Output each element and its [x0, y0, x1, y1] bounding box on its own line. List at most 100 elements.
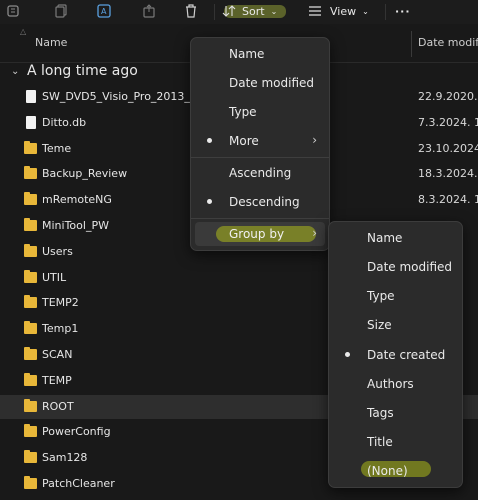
sort-menu-item-type[interactable]: Type — [191, 100, 329, 124]
chevron-right-icon: › — [312, 133, 317, 147]
group-menu-item-authors[interactable]: Authors — [329, 372, 462, 396]
group-header-label: A long time ago — [27, 63, 138, 79]
menu-item-label: Name — [367, 231, 403, 245]
chevron-down-icon: ⌄ — [11, 65, 20, 77]
group-menu-item-size[interactable]: Size — [329, 313, 462, 337]
delete-icon[interactable] — [184, 0, 198, 22]
folder-icon — [24, 218, 37, 231]
svg-text:A: A — [101, 7, 107, 16]
menu-item-label: Title — [367, 435, 393, 449]
sort-menu-item-group-by[interactable]: Group by › — [195, 222, 325, 246]
group-menu-item-tags[interactable]: Tags — [329, 401, 462, 425]
file-icon — [26, 116, 36, 129]
file-name: Sam128 — [42, 451, 88, 464]
menu-item-label: Size — [367, 318, 392, 332]
copy-icon[interactable] — [54, 0, 68, 22]
folder-icon — [24, 373, 37, 386]
folder-icon — [24, 399, 37, 412]
checked-dot-icon — [207, 199, 212, 204]
file-name: PowerConfig — [42, 425, 111, 438]
group-menu-item-date-created[interactable]: Date created — [329, 343, 462, 367]
folder-icon — [24, 321, 37, 334]
column-divider[interactable] — [411, 31, 412, 57]
menu-item-label: Descending — [229, 195, 300, 209]
menu-separator — [191, 157, 329, 158]
file-name: Backup_Review — [42, 167, 128, 180]
file-name: PatchCleaner — [42, 477, 115, 490]
menu-item-label: Authors — [367, 377, 414, 391]
sort-button[interactable]: Sort ⌄ — [222, 0, 292, 22]
folder-icon — [24, 166, 37, 179]
menu-item-label: Tags — [367, 406, 394, 420]
sort-menu-item-more[interactable]: More › — [191, 129, 329, 153]
file-icon — [26, 90, 36, 103]
column-header-name[interactable]: Name — [35, 36, 67, 49]
file-name: SCAN — [42, 348, 73, 361]
rename-icon[interactable]: A — [97, 0, 113, 22]
menu-item-label: Name — [229, 47, 265, 61]
folder-icon — [24, 450, 37, 463]
sort-menu-item-date-modified[interactable]: Date modified — [191, 71, 329, 95]
sort-indicator-icon: △ — [20, 27, 27, 36]
file-name: TEMP — [42, 374, 72, 387]
sort-menu-item-ascending[interactable]: Ascending — [191, 161, 329, 185]
menu-separator — [191, 218, 329, 219]
menu-item-label: Date modified — [367, 260, 453, 274]
folder-icon — [24, 192, 37, 205]
file-date-modified: 7.3.2024. 14:1 — [418, 116, 478, 129]
toolbar-separator — [385, 4, 386, 20]
file-name: MiniTool_PW — [42, 219, 109, 232]
checked-dot-icon — [345, 352, 350, 357]
menu-item-label: Date modified — [229, 76, 315, 90]
file-date-modified: 23.10.2024. 1 — [418, 142, 478, 155]
group-menu-item-date-modified[interactable]: Date modified — [329, 255, 462, 279]
column-header-date-modified[interactable]: Date modifie — [418, 36, 478, 49]
chevron-down-icon: ⌄ — [362, 6, 369, 16]
chevron-down-icon: ⌄ — [270, 6, 278, 16]
cut-icon[interactable] — [6, 0, 20, 22]
group-menu-item-type[interactable]: Type — [329, 284, 462, 308]
file-name: mRemoteNG — [42, 193, 112, 206]
command-bar: A Sort ⌄ View ⌄ ··· — [0, 0, 478, 24]
folder-icon — [24, 244, 37, 257]
folder-icon — [24, 270, 37, 283]
more-options-button[interactable]: ··· — [395, 0, 419, 22]
view-button[interactable]: View ⌄ — [308, 0, 378, 22]
folder-icon — [24, 295, 37, 308]
file-name: Users — [42, 245, 73, 258]
menu-item-label: Ascending — [229, 166, 292, 180]
folder-icon — [24, 476, 37, 489]
menu-item-label: Date created — [367, 348, 446, 362]
group-header[interactable]: ⌄ A long time ago — [11, 62, 211, 80]
sort-label: Sort — [242, 4, 265, 18]
file-name: ROOT — [42, 400, 74, 413]
menu-item-label: Type — [229, 105, 257, 119]
sort-menu-item-name[interactable]: Name — [191, 42, 329, 66]
folder-icon — [24, 347, 37, 360]
share-icon[interactable] — [142, 0, 156, 22]
sort-menu-item-descending[interactable]: Descending — [191, 190, 329, 214]
file-name: UTIL — [42, 271, 67, 284]
checked-dot-icon — [207, 138, 212, 143]
file-name: Teme — [42, 142, 72, 155]
menu-item-label: Group by — [229, 227, 285, 241]
menu-item-label: Type — [367, 289, 395, 303]
group-menu-item-title[interactable]: Title — [329, 430, 462, 454]
group-by-submenu: Name Date modified Type Size Date create… — [328, 221, 463, 488]
view-label: View — [330, 4, 357, 18]
sort-menu: Name Date modified Type More › Ascending… — [190, 37, 330, 251]
menu-item-label: (None) — [367, 464, 408, 478]
group-menu-item-name[interactable]: Name — [329, 226, 462, 250]
menu-item-label: More — [229, 134, 259, 148]
toolbar-separator — [214, 4, 215, 20]
folder-icon — [24, 424, 37, 437]
file-name: Ditto.db — [42, 116, 87, 129]
file-date-modified: 22.9.2020. — [418, 90, 478, 103]
file-date-modified: 18.3.2024. 13 — [418, 167, 478, 180]
folder-icon — [24, 141, 37, 154]
chevron-right-icon: › — [312, 226, 317, 240]
more-icon: ··· — [395, 4, 411, 18]
file-name: SW_DVD5_Visio_Pro_2013_64Bi — [42, 90, 215, 103]
view-icon — [309, 6, 321, 16]
group-menu-item-none[interactable]: (None) — [329, 459, 462, 483]
